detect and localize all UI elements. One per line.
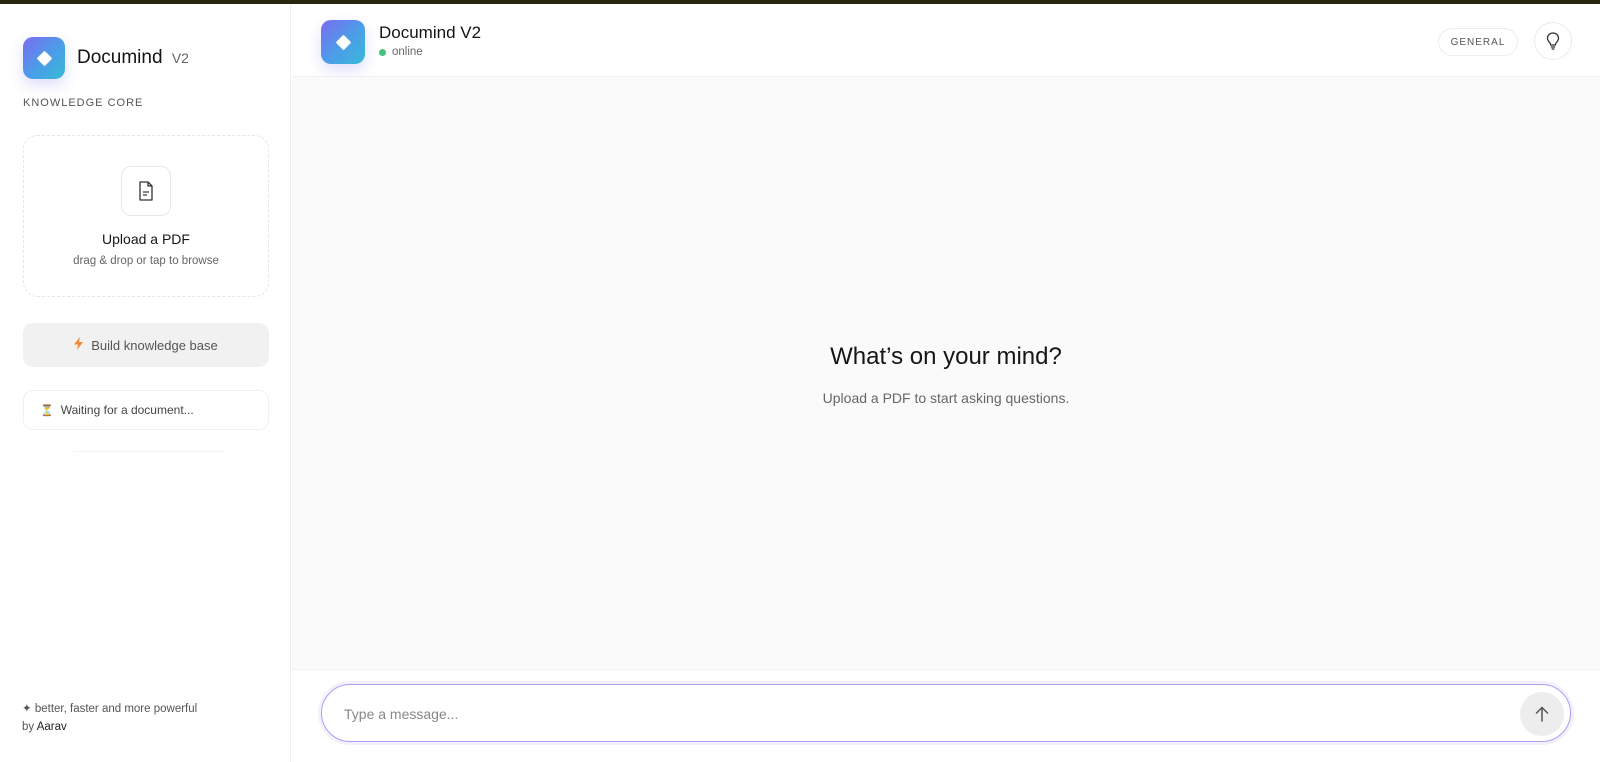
status-message: ⏳ Waiting for a document...	[23, 390, 269, 430]
document-icon	[121, 166, 171, 216]
chat-header: Documind V2 online GENERAL	[292, 4, 1600, 77]
divider	[73, 451, 225, 452]
author-name: Aarav	[36, 721, 67, 733]
upload-subtitle: drag & drop or tap to browse	[73, 255, 219, 267]
app-name: Documind V2	[77, 47, 189, 68]
empty-state-subheading: Upload a PDF to start asking questions.	[822, 390, 1070, 406]
hourglass-icon: ⏳	[40, 404, 54, 417]
footer-tagline: ✦ better, faster and more powerful	[22, 703, 198, 715]
online-status: online	[379, 46, 423, 58]
message-composer	[321, 684, 1571, 742]
footer-credit: by Aarav	[22, 721, 67, 733]
send-button[interactable]	[1520, 692, 1564, 736]
online-dot-icon	[379, 48, 386, 56]
chat-area: What’s on your mind? Upload a PDF to sta…	[292, 77, 1600, 669]
section-label: KNOWLEDGE CORE	[23, 97, 144, 109]
chat-logo-icon	[321, 20, 365, 64]
mode-button[interactable]: GENERAL	[1438, 28, 1518, 56]
composer-area	[292, 669, 1600, 762]
upload-title: Upload a PDF	[102, 231, 190, 247]
app-version: V2	[171, 50, 189, 66]
build-button-label: Build knowledge base	[91, 337, 218, 353]
status-text: Waiting for a document...	[60, 403, 194, 417]
brand: Documind V2	[23, 37, 189, 79]
app-logo-icon	[23, 37, 65, 79]
sidebar: Documind V2 KNOWLEDGE CORE Upload a PDF …	[0, 4, 291, 762]
bolt-icon	[74, 337, 84, 353]
message-input[interactable]	[344, 701, 1484, 727]
empty-state-heading: What’s on your mind?	[830, 343, 1062, 370]
upload-dropzone[interactable]: Upload a PDF drag & drop or tap to brows…	[23, 135, 269, 297]
lightbulb-icon[interactable]	[1534, 22, 1572, 60]
arrow-up-icon	[1535, 706, 1549, 722]
chat-title: Documind V2	[379, 23, 482, 42]
build-knowledge-base-button[interactable]: Build knowledge base	[23, 323, 269, 367]
